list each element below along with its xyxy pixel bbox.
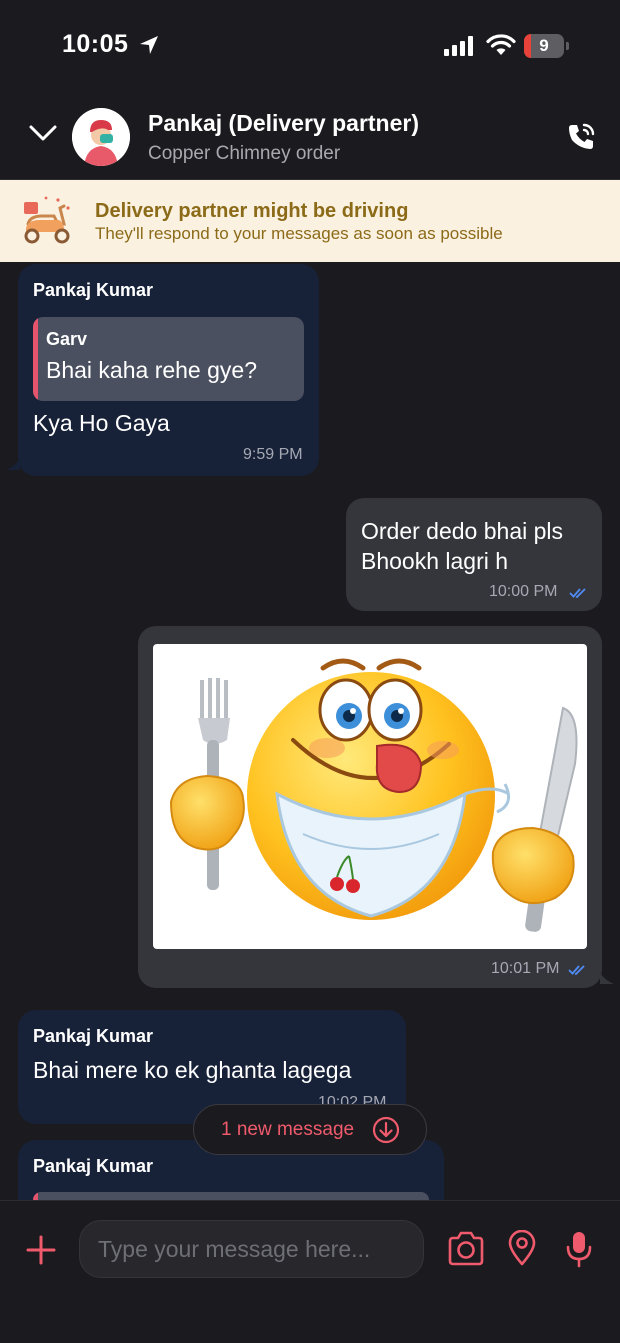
- message-input[interactable]: [79, 1220, 424, 1278]
- new-message-button[interactable]: 1 new message: [193, 1104, 427, 1155]
- message-sender: Pankaj Kumar: [33, 1156, 154, 1176]
- hungry-emoji-icon: [169, 658, 578, 932]
- wifi-icon: [486, 34, 516, 55]
- message-text-line-2: Bhookh lagri h: [361, 548, 509, 574]
- message-bubble-outgoing[interactable]: Order dedo bhai pls Bhookh lagri h 10:00…: [346, 498, 602, 611]
- quoted-sender: Garv: [46, 329, 88, 349]
- quoted-text: Bhai kaha rehe gye?: [46, 357, 257, 383]
- chevron-down-icon[interactable]: [28, 122, 58, 144]
- message-composer: [0, 1200, 620, 1343]
- mic-icon[interactable]: [566, 1230, 592, 1268]
- arrow-down-circle-icon: [372, 1116, 400, 1144]
- message-time: 10:00 PM: [489, 583, 558, 600]
- read-tick-icon: [568, 965, 585, 976]
- status-bar: 10:05 9: [0, 0, 620, 90]
- message-text: Kya Ho Gaya: [33, 410, 170, 436]
- chat-header: Pankaj (Delivery partner) Copper Chimney…: [0, 96, 620, 180]
- signal-icon: [444, 36, 473, 56]
- plus-icon[interactable]: [26, 1235, 56, 1265]
- delivery-partner-avatar-icon: [72, 108, 130, 166]
- bubble-tail: [600, 972, 614, 984]
- shared-image[interactable]: [153, 644, 587, 949]
- call-icon[interactable]: [566, 122, 596, 152]
- battery-level: 9: [539, 36, 549, 55]
- message-bubble-image[interactable]: 10:01 PM: [138, 626, 602, 988]
- status-time: 10:05: [62, 30, 129, 58]
- new-message-label: 1 new message: [221, 1119, 355, 1140]
- contact-subtitle: Copper Chimney order: [148, 143, 341, 164]
- driving-banner: Delivery partner might be driving They'l…: [0, 180, 620, 262]
- battery-icon: 9: [524, 34, 570, 58]
- message-sender: Pankaj Kumar: [33, 280, 154, 300]
- camera-icon[interactable]: [446, 1231, 486, 1267]
- quoted-message[interactable]: Garv Bhai kaha rehe gye?: [33, 317, 304, 401]
- location-arrow-icon: [140, 36, 158, 54]
- read-tick-icon: [569, 588, 586, 599]
- avatar[interactable]: [72, 108, 130, 166]
- scooter-icon: [24, 196, 70, 244]
- banner-subtitle: They'll respond to your messages as soon…: [95, 224, 503, 243]
- message-time: 9:59 PM: [243, 446, 303, 463]
- message-bubble-incoming[interactable]: Pankaj Kumar Garv Bhai kaha rehe gye? Ky…: [18, 264, 319, 476]
- message-time: 10:01 PM: [491, 960, 560, 977]
- message-text: Bhai mere ko ek ghanta lagega: [33, 1057, 352, 1083]
- message-text-line-1: Order dedo bhai pls: [361, 518, 564, 544]
- contact-name: Pankaj (Delivery partner): [148, 110, 420, 136]
- banner-title: Delivery partner might be driving: [95, 200, 409, 222]
- quoted-message[interactable]: [33, 1192, 429, 1200]
- location-pin-icon[interactable]: [507, 1230, 537, 1266]
- message-sender: Pankaj Kumar: [33, 1026, 154, 1046]
